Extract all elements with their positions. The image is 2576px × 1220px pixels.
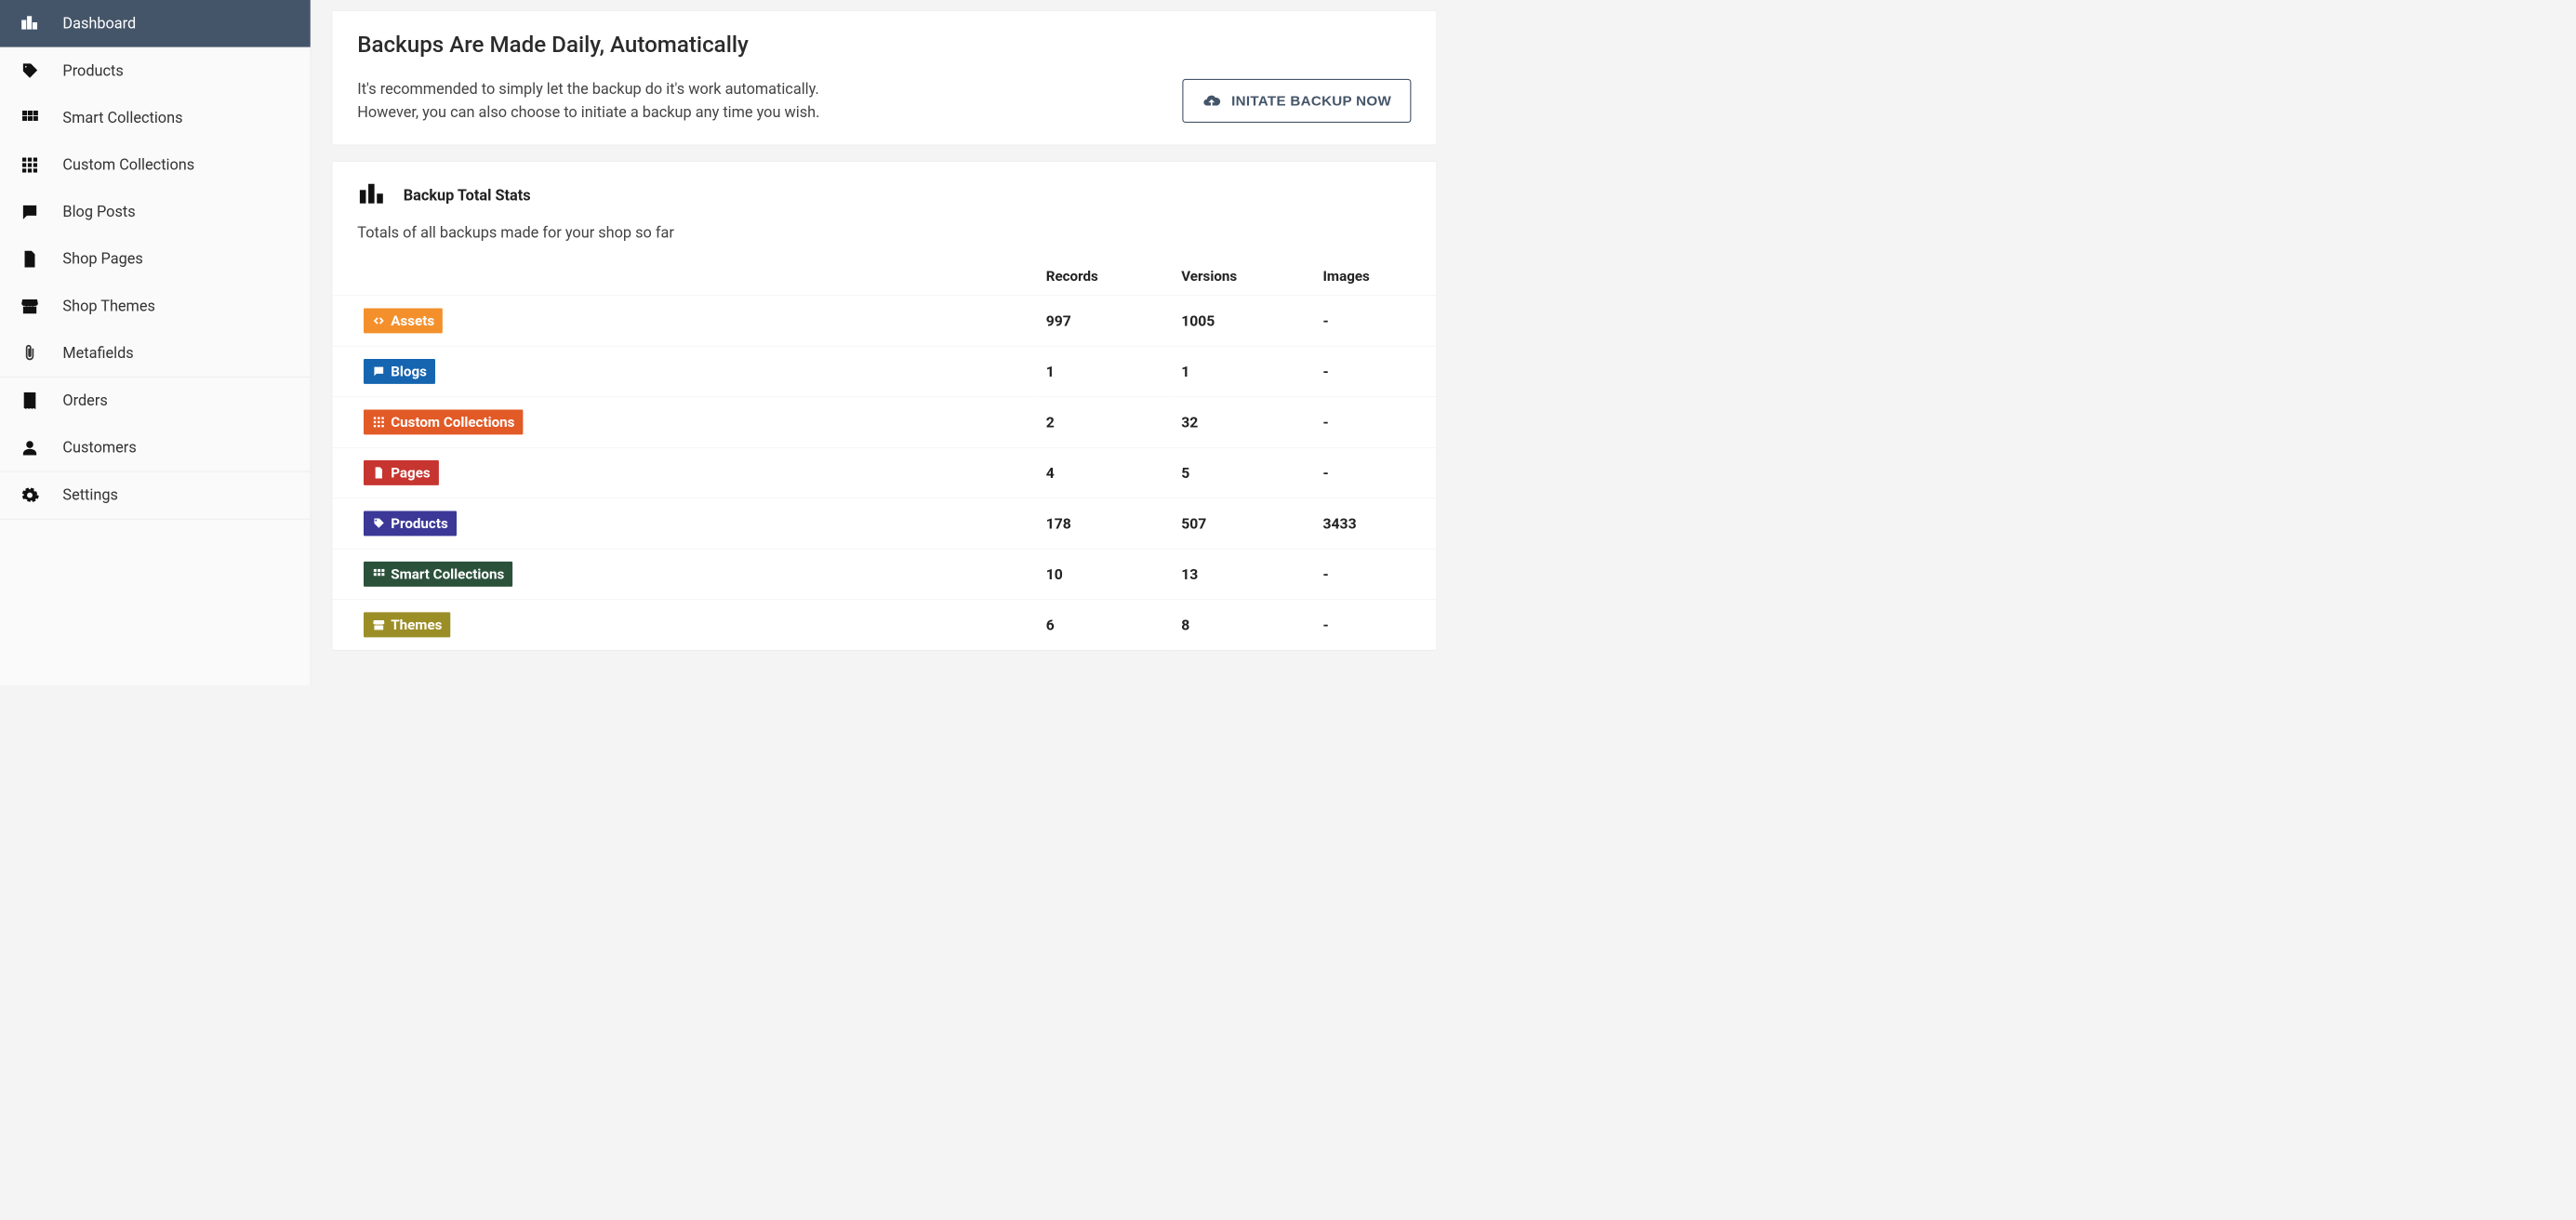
grid-icon (20, 108, 39, 127)
sidebar-item-settings[interactable]: Settings (0, 471, 311, 519)
cell-records: 6 (1033, 600, 1168, 650)
table-row: Blogs11- (332, 346, 1436, 396)
cell-versions: 5 (1169, 447, 1310, 497)
sidebar-item-label: Dashboard (62, 15, 294, 33)
stats-subtitle: Totals of all backups made for your shop… (332, 212, 1436, 258)
sidebar-item-customers[interactable]: Customers (0, 424, 311, 471)
sidebar-item-label: Settings (62, 486, 294, 504)
table-row: Custom Collections 232- (332, 397, 1436, 447)
cell-versions: 13 (1169, 549, 1310, 599)
sidebar: Dashboard Products Smart Collections Custom… (0, 0, 311, 685)
sidebar-item-label: Customers (62, 439, 294, 457)
cell-images: - (1310, 296, 1436, 346)
cell-versions: 1005 (1169, 296, 1310, 346)
gear-icon (20, 485, 39, 505)
cell-images: - (1310, 600, 1436, 650)
badge-assets[interactable]: Assets (364, 308, 443, 333)
sidebar-item-dashboard[interactable]: Dashboard (0, 0, 311, 47)
badge-custom-collections[interactable]: Custom Collections (364, 409, 523, 434)
col-versions: Versions (1169, 258, 1310, 296)
table-row: Products 1785073433 (332, 498, 1436, 549)
cell-records: 1 (1033, 346, 1168, 396)
table-row: Pages 45- (332, 447, 1436, 497)
stats-table: Records Versions Images Assets9971005-Bl… (332, 258, 1436, 650)
initiate-backup-label: INITATE BACKUP NOW (1231, 93, 1391, 109)
sidebar-item-custom-collections[interactable]: Custom Collections (0, 141, 311, 189)
badge-products[interactable]: Products (364, 511, 457, 536)
sidebar-item-label: Products (62, 62, 294, 80)
badge-blogs[interactable]: Blogs (364, 359, 435, 384)
sidebar-item-label: Custom Collections (62, 156, 294, 174)
badge-themes[interactable]: Themes (364, 612, 450, 637)
code-icon (372, 314, 386, 328)
cell-records: 10 (1033, 549, 1168, 599)
col-images: Images (1310, 258, 1436, 296)
chat-icon (20, 202, 39, 221)
stats-card: Backup Total Stats Totals of all backups… (332, 161, 1437, 651)
page-icon (372, 466, 386, 480)
stats-title: Backup Total Stats (404, 187, 531, 205)
sidebar-item-shop-themes[interactable]: Shop Themes (0, 283, 311, 330)
tag-icon (372, 517, 386, 531)
col-records: Records (1033, 258, 1168, 296)
sidebar-item-label: Smart Collections (62, 109, 294, 126)
sidebar-item-label: Orders (62, 391, 294, 409)
cell-images: - (1310, 549, 1436, 599)
hero-description: It's recommended to simply let the backu… (357, 78, 819, 124)
sidebar-item-orders[interactable]: Orders (0, 378, 311, 425)
main-content: Backups Are Made Daily, Automatically It… (311, 0, 1447, 685)
paperclip-icon (20, 343, 39, 363)
hero-card: Backups Are Made Daily, Automatically It… (332, 10, 1437, 145)
sidebar-item-smart-collections[interactable]: Smart Collections (0, 95, 311, 142)
cell-records: 997 (1033, 296, 1168, 346)
cell-images: - (1310, 447, 1436, 497)
chat-icon (372, 365, 386, 378)
sidebar-item-shop-pages[interactable]: Shop Pages (0, 235, 311, 283)
table-row: Smart Collections 1013- (332, 549, 1436, 599)
cell-versions: 507 (1169, 498, 1310, 549)
tag-icon (20, 61, 39, 81)
cell-versions: 1 (1169, 346, 1310, 396)
sidebar-item-label: Metafields (62, 344, 294, 362)
cloud-upload-icon (1202, 91, 1221, 110)
initiate-backup-button[interactable]: INITATE BACKUP NOW (1182, 79, 1411, 123)
bars-icon (20, 14, 39, 33)
sidebar-item-label: Shop Pages (62, 250, 294, 268)
store-icon (372, 618, 386, 632)
receipt-icon (20, 391, 39, 410)
cell-records: 2 (1033, 397, 1168, 447)
sidebar-item-blog-posts[interactable]: Blog Posts (0, 189, 311, 236)
sidebar-item-metafields[interactable]: Metafields (0, 329, 311, 377)
sidebar-item-products[interactable]: Products (0, 47, 311, 95)
person-icon (20, 438, 39, 458)
cell-images: - (1310, 346, 1436, 396)
cell-images: - (1310, 397, 1436, 447)
cell-versions: 8 (1169, 600, 1310, 650)
grid-icon (372, 567, 386, 581)
table-row: Assets 9971005- (332, 296, 1436, 346)
page-title: Backups Are Made Daily, Automatically (357, 32, 1411, 58)
cell-records: 178 (1033, 498, 1168, 549)
grid9-icon (20, 155, 39, 175)
cell-images: 3433 (1310, 498, 1436, 549)
table-row: Themes 68- (332, 600, 1436, 650)
badge-smart-collections[interactable]: Smart Collections (364, 562, 512, 587)
page-icon (20, 249, 39, 269)
bars-icon (357, 180, 386, 212)
cell-records: 4 (1033, 447, 1168, 497)
cell-versions: 32 (1169, 397, 1310, 447)
badge-pages[interactable]: Pages (364, 460, 439, 485)
sidebar-item-label: Shop Themes (62, 298, 294, 315)
store-icon (20, 297, 39, 316)
grid9-icon (372, 416, 386, 430)
sidebar-item-label: Blog Posts (62, 204, 294, 221)
